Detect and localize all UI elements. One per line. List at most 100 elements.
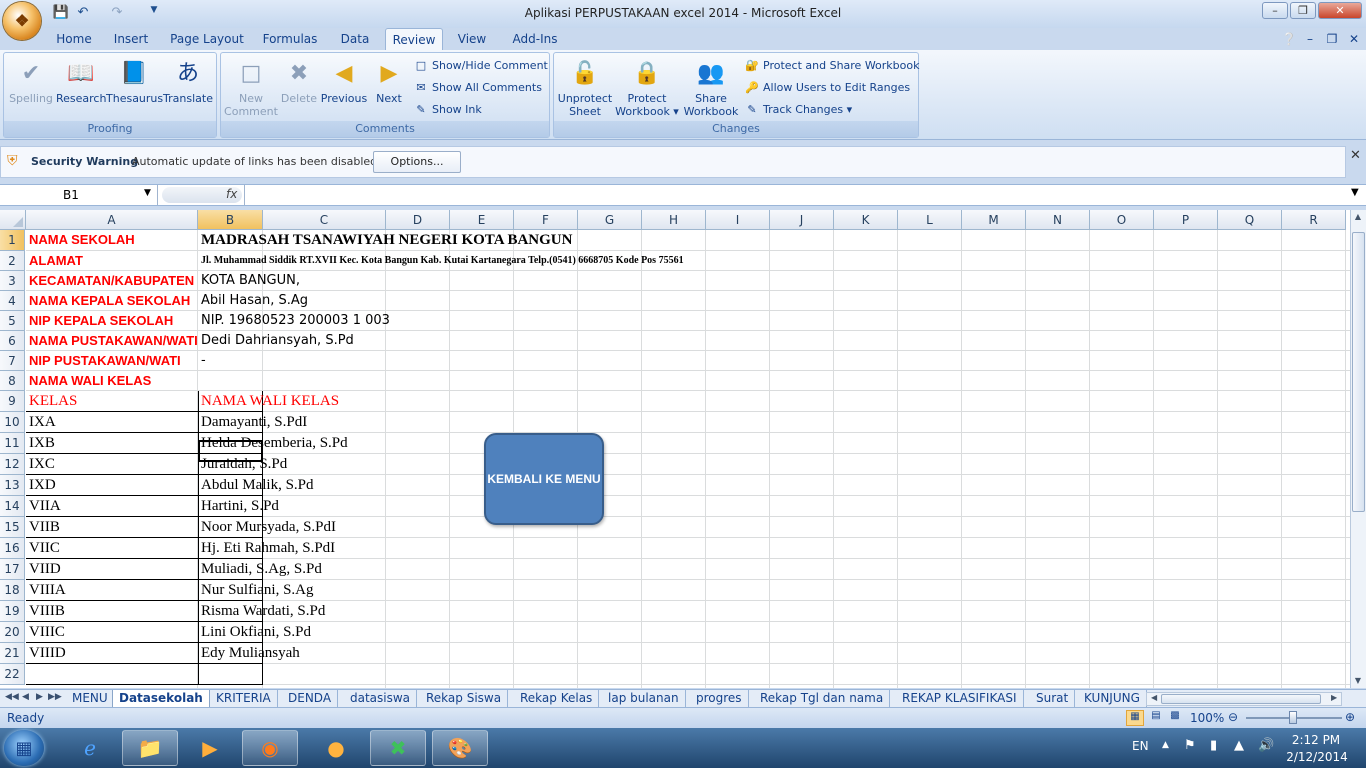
wali-kelas-cell[interactable]: Hartini, S.Pd [198,496,279,516]
allow-users-edit-ranges-button[interactable]: 🔑 Allow Users to Edit Ranges [744,79,910,97]
sheet-tab-kriteria[interactable]: KRITERIA [210,690,278,708]
protect-share-workbook-button[interactable]: 🔐 Protect and Share Workbook [744,57,919,75]
label-cell[interactable]: NAMA SEKOLAH [26,230,198,250]
value-cell[interactable]: - [198,351,206,371]
spelling-button[interactable]: ✔ Spelling [8,57,54,105]
share-workbook-button[interactable]: 👥 Share Workbook [680,57,742,118]
delete-comment-button[interactable]: ✖ Delete [279,57,319,105]
wali-kelas-cell[interactable]: Damayanti, S.PdI [198,412,307,432]
column-header-d[interactable]: D [386,210,450,230]
row-header-4[interactable]: 4 [0,291,25,311]
row-header-5[interactable]: 5 [0,311,25,331]
column-header-p[interactable]: P [1154,210,1218,230]
name-box-dropdown-icon[interactable]: ▼ [144,188,151,198]
minimize-button[interactable]: – [1262,2,1288,19]
sheet-tab-surat[interactable]: Surat [1030,690,1076,708]
value-cell[interactable]: Dedi Dahriansyah, S.Pd [198,331,354,351]
row-header-12[interactable]: 12 [0,454,25,475]
zoom-in-icon[interactable]: ⊕ [1345,710,1355,724]
row-header-7[interactable]: 7 [0,351,25,371]
sheet-tab-kunjung[interactable]: KUNJUNG [1078,690,1147,708]
table-header-cell[interactable]: NAMA WALI KELAS [198,391,339,411]
language-indicator[interactable]: EN [1132,739,1149,753]
kelas-cell[interactable]: IXA [26,412,56,432]
label-cell[interactable]: NAMA PUSTAKAWAN/WATI [26,331,198,351]
row-header-13[interactable]: 13 [0,475,25,496]
office-button[interactable]: ❖ [3,2,41,40]
paint-icon[interactable]: 🎨 [432,730,488,766]
vertical-scrollbar[interactable]: ▲ ▼ [1350,210,1366,688]
insert-function-icon[interactable]: fx [226,187,237,201]
tab-view[interactable]: View [451,28,493,50]
select-all-button[interactable] [0,210,26,230]
value-cell[interactable]: NIP. 19680523 200003 1 003 [198,311,390,331]
column-header-k[interactable]: K [834,210,898,230]
row-header-11[interactable]: 11 [0,433,25,454]
column-header-b[interactable]: B [198,210,263,230]
unprotect-sheet-button[interactable]: 🔓 Unprotect Sheet [556,57,614,118]
row-header-22[interactable]: 22 [0,664,25,685]
wali-kelas-cell[interactable]: Risma Wardati, S.Pd [198,601,325,621]
tab-home[interactable]: Home [50,28,98,50]
workbook-restore-button[interactable]: ❐ [1324,28,1340,50]
scroll-left-icon[interactable]: ◀ [1151,693,1157,702]
column-header-m[interactable]: M [962,210,1026,230]
label-cell[interactable]: NIP PUSTAKAWAN/WATI [26,351,198,371]
formula-input[interactable] [244,185,1348,205]
clock-time[interactable]: 2:12 PM [1286,733,1346,747]
show-hidden-icons-icon[interactable]: ▲ [1162,740,1169,750]
show-all-comments-button[interactable]: ✉ Show All Comments [413,79,542,97]
wali-kelas-cell[interactable]: Lini Okfiani, S.Pd [198,622,311,642]
zoom-level[interactable]: 100% [1190,711,1224,725]
normal-view-icon[interactable]: ▦ [1126,710,1144,726]
row-header-8[interactable]: 8 [0,371,25,391]
restore-button[interactable]: ❐ [1290,2,1316,19]
kembali-ke-menu-button[interactable]: KEMBALI KE MENU [484,433,604,525]
column-header-g[interactable]: G [578,210,642,230]
kelas-cell[interactable]: IXB [26,433,55,453]
workbook-close-button[interactable]: ✕ [1346,28,1362,50]
value-cell[interactable] [198,371,201,391]
page-layout-view-icon[interactable]: ▤ [1147,710,1165,726]
security-options-button[interactable]: Options... [373,151,461,173]
zoom-out-icon[interactable]: ⊖ [1228,710,1238,724]
sheet-tab-progres[interactable]: progres [690,690,749,708]
row-header-6[interactable]: 6 [0,331,25,351]
column-header-h[interactable]: H [642,210,706,230]
help-icon[interactable]: ❔ [1280,28,1298,50]
start-button[interactable]: ▦ [4,730,44,766]
value-cell[interactable]: KOTA BANGUN, [198,271,300,291]
vertical-scroll-thumb[interactable] [1352,232,1365,512]
formula-expand-icon[interactable]: ▼ [1351,187,1359,198]
translate-button[interactable]: あ Translate [162,57,214,105]
label-cell[interactable]: NAMA KEPALA SEKOLAH [26,291,198,311]
sheet-tab-rekap-klasifikasi[interactable]: REKAP KLASIFIKASI [896,690,1024,708]
show-ink-button[interactable]: ✎ Show Ink [413,101,481,119]
last-sheet-icon[interactable]: ▶▶ [48,692,62,702]
label-cell[interactable]: NAMA WALI KELAS [26,371,198,391]
wali-kelas-cell[interactable]: Hj. Eti Rahmah, S.PdI [198,538,335,558]
label-cell[interactable]: KECAMATAN/KABUPATEN [26,271,198,291]
worksheet-grid[interactable]: ABCDEFGHIJKLMNOPQR 1 2 3 4 5 6 7 8 9 10 11 12 13 14 15… [0,210,1350,688]
wali-kelas-cell[interactable]: Noor Mursyada, S.PdI [198,517,336,537]
wali-kelas-cell[interactable]: Abdul Malik, S.Pd [198,475,314,495]
next-sheet-icon[interactable]: ▶ [36,692,43,702]
row-header-20[interactable]: 20 [0,622,25,643]
battery-icon[interactable]: ▮ [1210,738,1217,753]
scroll-up-icon[interactable]: ▲ [1352,212,1364,222]
prev-sheet-icon[interactable]: ◀ [22,692,29,702]
tab-data[interactable]: Data [333,28,377,50]
volume-icon[interactable]: 🔊 [1258,738,1274,753]
tab-review[interactable]: Review [385,28,443,50]
tab-page-layout[interactable]: Page Layout [165,28,249,50]
excel-icon[interactable]: ✖ [370,730,426,766]
row-header-10[interactable]: 10 [0,412,25,433]
new-comment-button[interactable]: □ New Comment [223,57,279,118]
row-header-3[interactable]: 3 [0,271,25,291]
close-window-button[interactable]: ✕ [1318,2,1362,19]
kelas-cell[interactable]: IXD [26,475,56,495]
thesaurus-button[interactable]: 📘 Thesaurus [106,57,163,105]
column-header-c[interactable]: C [263,210,386,230]
row-header-19[interactable]: 19 [0,601,25,622]
column-header-i[interactable]: I [706,210,770,230]
